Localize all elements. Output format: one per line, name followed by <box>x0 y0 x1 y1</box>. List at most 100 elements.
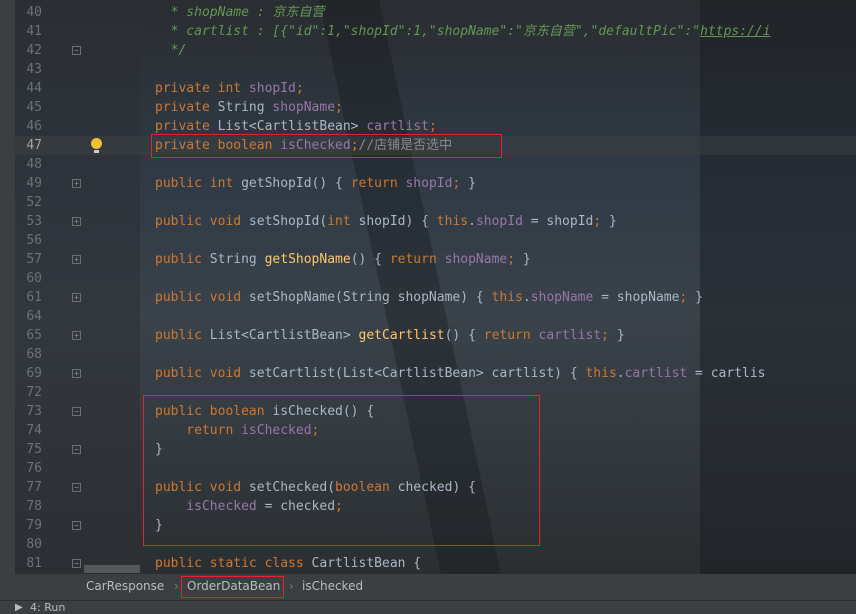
code-token: } <box>695 290 703 305</box>
code-text: private int shopId; <box>155 79 304 98</box>
horizontal-scrollbar[interactable] <box>84 565 140 573</box>
code-token: cartlist <box>366 119 429 134</box>
fold-plus-icon[interactable]: + <box>72 331 81 340</box>
code-text: public String getShopName() { return sho… <box>155 250 531 269</box>
code-token: boolean <box>335 480 398 495</box>
code-line[interactable]: 42 − */ <box>0 41 856 60</box>
code-line[interactable]: 60 <box>0 269 856 288</box>
code-token: = shopId <box>522 214 594 229</box>
code-line[interactable]: 49 + public int getShopId() { return shopI… <box>0 174 856 193</box>
code-line[interactable]: 61 + public void setShopName(String shopNa… <box>0 288 856 307</box>
code-token: private <box>155 100 218 115</box>
code-token: getShopName <box>264 252 351 267</box>
code-line[interactable]: 80 <box>0 535 856 554</box>
code-token: . <box>468 214 476 229</box>
code-line[interactable]: 65 + public List<CartlistBean> getCartlist… <box>0 326 856 345</box>
code-editor[interactable]: 40 * shopName : 京东自营 41 * cartlist : [{"i… <box>0 0 856 574</box>
line-number: 42 <box>26 43 42 58</box>
fold-plus-icon[interactable]: + <box>72 369 81 378</box>
code-token: int <box>327 214 359 229</box>
fold-minus-icon[interactable]: − <box>72 483 81 492</box>
breadcrumb: CarResponse › OrderDataBean › isChecked <box>0 574 856 600</box>
code-line[interactable]: 47 private boolean isChecked;//店铺是否选中 <box>0 136 856 155</box>
code-line[interactable]: 46 private List<CartlistBean> cartlist; <box>0 117 856 136</box>
code-token: = shopName <box>593 290 680 305</box>
fold-plus-icon[interactable]: + <box>72 293 81 302</box>
code-token: ; <box>601 328 617 343</box>
fold-minus-icon[interactable]: − <box>72 407 81 416</box>
code-line[interactable]: 77 − public void setChecked(boolean checke… <box>0 478 856 497</box>
line-number: 61 <box>26 290 42 305</box>
code-line[interactable]: 44 private int shopId; <box>0 79 856 98</box>
line-number: 76 <box>26 461 42 476</box>
line-number: 75 <box>26 442 42 457</box>
fold-minus-icon[interactable]: − <box>72 445 81 454</box>
code-line[interactable]: 74 return isChecked; <box>0 421 856 440</box>
code-line[interactable]: 40 * shopName : 京东自营 <box>0 3 856 22</box>
run-tool-button[interactable]: 4: Run <box>30 601 65 614</box>
code-text: } <box>155 440 163 459</box>
code-line[interactable]: 45 private String shopName; <box>0 98 856 117</box>
lightbulb-icon[interactable] <box>91 138 102 153</box>
code-token: return <box>155 423 242 438</box>
code-line[interactable]: 78 isChecked = checked; <box>0 497 856 516</box>
fold-plus-icon[interactable]: + <box>72 179 81 188</box>
code-token: public void <box>155 214 249 229</box>
code-line[interactable]: 68 <box>0 345 856 364</box>
code-line[interactable]: 52 <box>0 193 856 212</box>
fold-minus-icon[interactable]: − <box>72 521 81 530</box>
code-text: } <box>155 516 163 535</box>
code-token: } <box>609 214 617 229</box>
breadcrumb-item-orderdatabean[interactable]: OrderDataBean <box>187 579 280 593</box>
code-text: public boolean isChecked() { <box>155 402 374 421</box>
line-number: 49 <box>26 176 42 191</box>
code-line[interactable]: 64 <box>0 307 856 326</box>
run-play-icon: ▶ <box>15 602 23 613</box>
code-text: public int getShopId() { return shopId; … <box>155 174 476 193</box>
fold-minus-icon[interactable]: − <box>72 559 81 568</box>
code-token: public void <box>155 290 249 305</box>
code-token: isChecked <box>272 404 343 419</box>
code-line[interactable]: 53 + public void setShopId(int shopId) { t… <box>0 212 856 231</box>
code-token: ; <box>452 176 469 191</box>
code-token: ; <box>593 214 610 229</box>
line-number: 45 <box>26 100 42 115</box>
fold-minus-icon[interactable]: − <box>72 46 81 55</box>
code-token: public boolean <box>155 404 273 419</box>
breadcrumb-item-carresponse[interactable]: CarResponse <box>86 579 164 593</box>
line-number: 74 <box>26 423 42 438</box>
code-line[interactable]: 76 <box>0 459 856 478</box>
code-line[interactable]: 75 −} <box>0 440 856 459</box>
chevron-right-icon: › <box>289 579 294 593</box>
code-line[interactable]: 41 * cartlist : [{"id":1,"shopId":1,"sho… <box>0 22 856 41</box>
code-token: () { <box>350 252 390 267</box>
code-line[interactable]: 69 + public void setCartlist(List<Cartlist… <box>0 364 856 383</box>
code-line[interactable]: 57 + public String getShopName() { return … <box>0 250 856 269</box>
code-text: return isChecked; <box>155 421 319 440</box>
code-token: ; <box>335 100 343 115</box>
line-number: 60 <box>26 271 42 286</box>
code-token: * cartlist : [{"id":1,"shopId":1,"shopNa… <box>155 24 701 39</box>
line-number: 56 <box>26 233 42 248</box>
breadcrumb-item-ischecked[interactable]: isChecked <box>302 579 363 593</box>
code-text: private String shopName; <box>155 98 343 117</box>
line-number: 48 <box>26 157 42 172</box>
code-token: this <box>585 366 617 381</box>
code-line[interactable]: 79 −} <box>0 516 856 535</box>
code-token: () { <box>342 404 375 419</box>
fold-plus-icon[interactable]: + <box>72 255 81 264</box>
code-line[interactable]: 72 <box>0 383 856 402</box>
code-line[interactable]: 48 <box>0 155 856 174</box>
code-text: private boolean isChecked;//店铺是否选中 <box>155 136 452 155</box>
code-line[interactable]: 73 − public boolean isChecked() { <box>0 402 856 421</box>
line-number: 79 <box>26 518 42 533</box>
fold-plus-icon[interactable]: + <box>72 217 81 226</box>
line-number: 43 <box>26 62 42 77</box>
code-token: ; <box>335 499 343 514</box>
code-line[interactable]: 43 <box>0 60 856 79</box>
code-line[interactable]: 56 <box>0 231 856 250</box>
line-number: 41 <box>26 24 42 39</box>
code-token: } <box>155 518 163 533</box>
code-token: shopId <box>405 176 453 191</box>
code-token: return <box>483 328 539 343</box>
